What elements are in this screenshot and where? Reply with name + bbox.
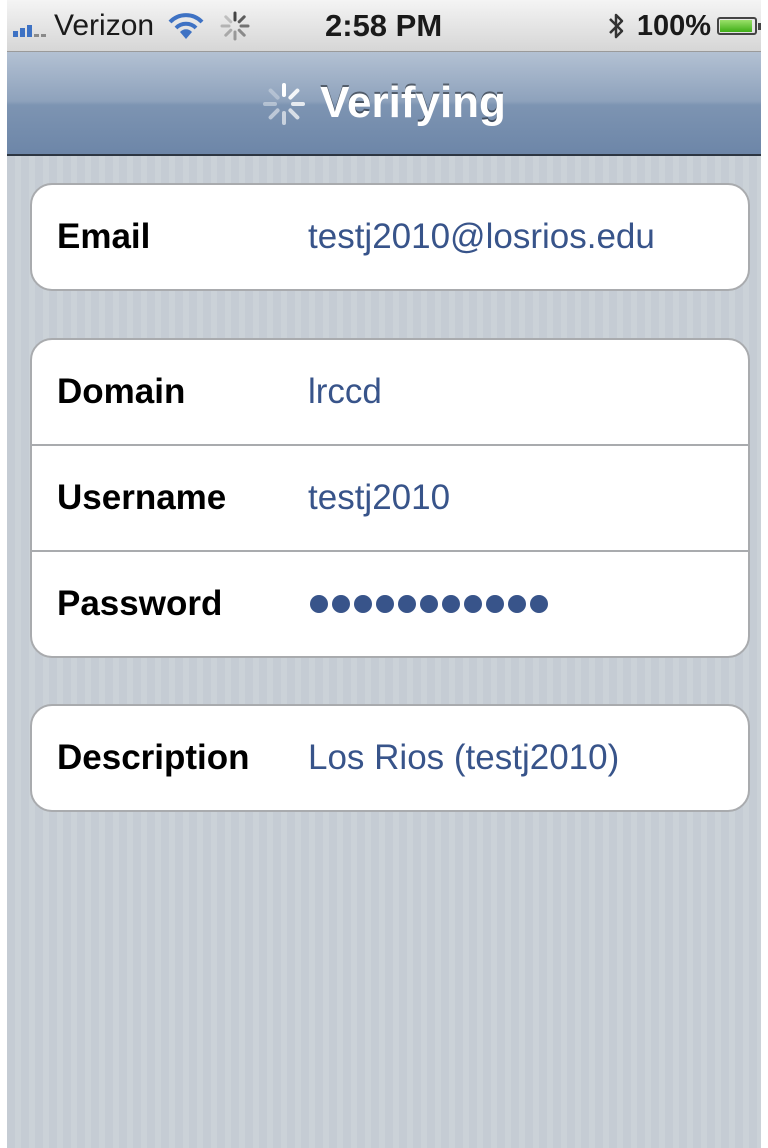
username-field[interactable]: testj2010 — [308, 478, 450, 518]
password-dot — [376, 595, 394, 613]
password-dot — [332, 595, 350, 613]
bluetooth-icon — [608, 13, 624, 39]
password-dot — [310, 595, 328, 613]
email-label: Email — [57, 217, 151, 256]
domain-field[interactable]: lrccd — [308, 372, 382, 412]
password-row[interactable]: Password — [32, 550, 748, 656]
description-label: Description — [57, 738, 250, 777]
navigation-bar: Verifying — [7, 52, 761, 156]
credentials-group: Domain lrccd Username testj2010 Password — [30, 338, 750, 658]
password-dot — [420, 595, 438, 613]
description-group: Description Los Rios (testj2010) — [30, 704, 750, 812]
battery-percent: 100% — [636, 9, 711, 42]
password-dot — [464, 595, 482, 613]
status-bar-right: 100% — [607, 0, 761, 52]
battery-fill — [720, 20, 752, 32]
email-group: Email testj2010@losrios.edu — [30, 183, 750, 291]
password-dot — [354, 595, 372, 613]
username-row[interactable]: Username testj2010 — [32, 444, 748, 550]
nav-title: Verifying — [320, 78, 506, 127]
status-time: 2:58 PM — [325, 8, 443, 43]
password-dot — [508, 595, 526, 613]
password-field[interactable] — [310, 595, 552, 613]
password-dot — [530, 595, 548, 613]
battery-icon — [717, 17, 761, 35]
password-dot — [442, 595, 460, 613]
activity-spinner-icon — [220, 11, 250, 41]
description-row[interactable]: Description Los Rios (testj2010) — [32, 706, 748, 810]
password-label: Password — [57, 584, 223, 623]
password-dot — [398, 595, 416, 613]
signal-icon — [13, 15, 48, 37]
wifi-icon — [168, 13, 204, 39]
carrier-name: Verizon — [54, 9, 155, 42]
username-label: Username — [57, 478, 227, 517]
domain-row[interactable]: Domain lrccd — [32, 340, 748, 444]
email-row[interactable]: Email testj2010@losrios.edu — [32, 185, 748, 289]
email-field[interactable]: testj2010@losrios.edu — [308, 217, 655, 257]
domain-label: Domain — [57, 372, 186, 411]
password-dot — [486, 595, 504, 613]
screen: Verizon 2:58 PM 100% Verifying Email tes… — [7, 0, 761, 1148]
status-bar: Verizon 2:58 PM 100% — [7, 0, 761, 52]
status-bar-left: Verizon — [13, 0, 250, 52]
activity-spinner-icon — [263, 83, 306, 125]
description-field[interactable]: Los Rios (testj2010) — [308, 738, 619, 778]
